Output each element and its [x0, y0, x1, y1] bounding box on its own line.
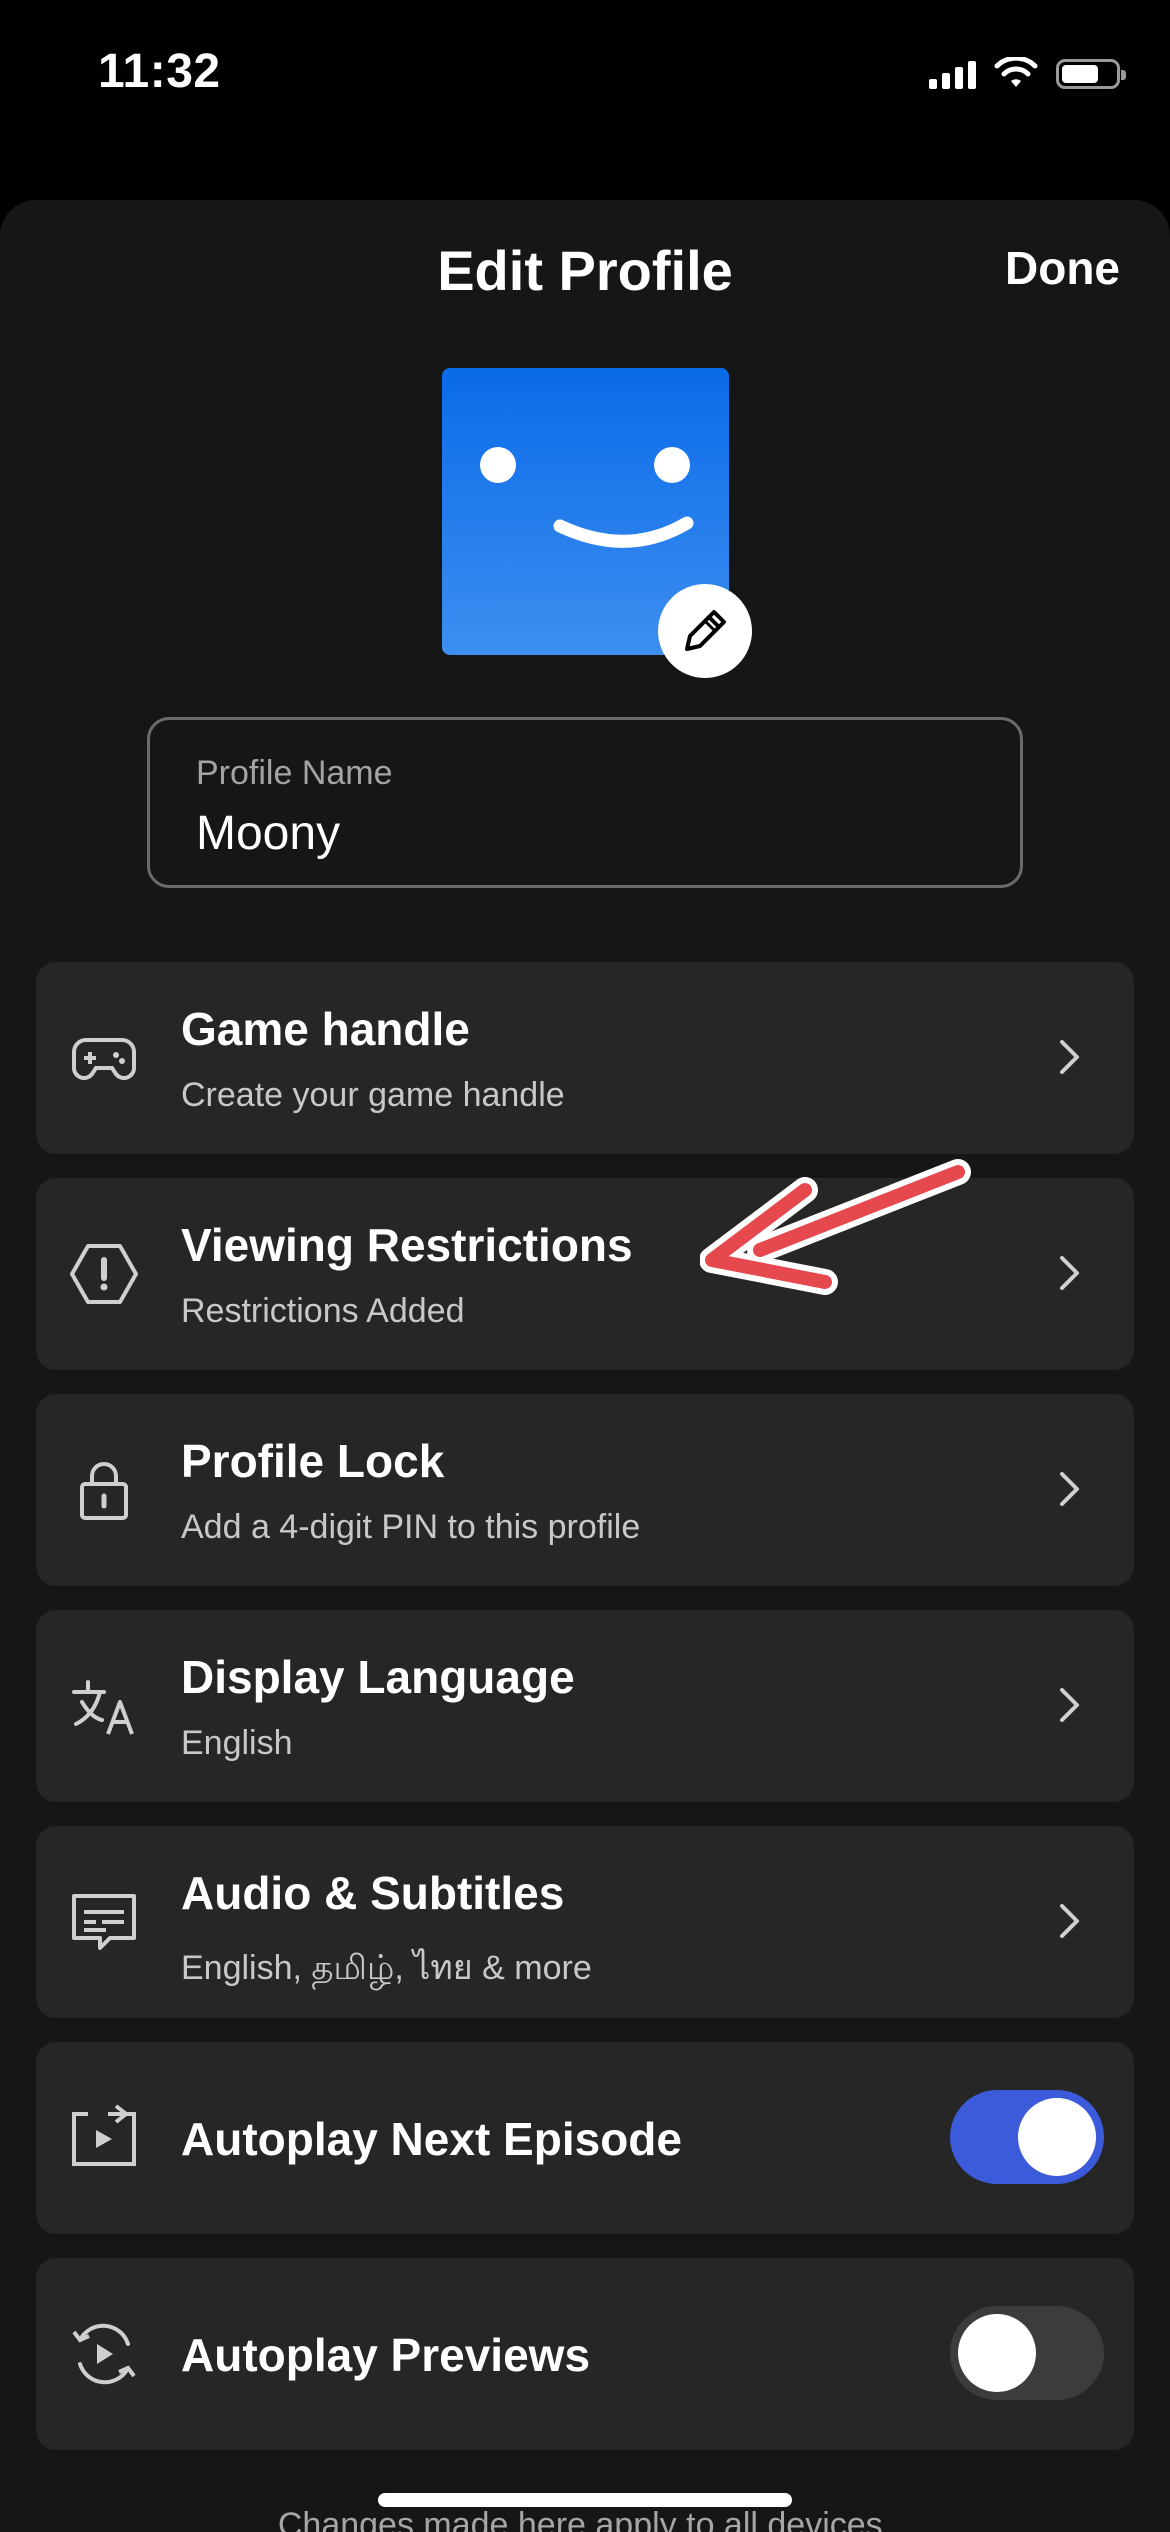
profile-name-field[interactable]: Profile Name Moony — [147, 717, 1023, 888]
audio-subtitles-row[interactable]: Audio & Subtitles English, தமிழ், ไทย & … — [36, 1826, 1134, 2018]
annotation-arrow-icon — [700, 1159, 971, 1295]
chevron-right-icon — [1060, 1472, 1079, 1506]
row-title: Audio & Subtitles — [181, 1867, 565, 1919]
pencil-icon — [685, 610, 726, 651]
autoplay-previews-row: Autoplay Previews — [36, 2258, 1134, 2450]
cellular-signal-icon — [929, 59, 976, 89]
warning-hexagon-icon — [70, 1244, 138, 1304]
row-title: Autoplay Previews — [181, 2329, 591, 2381]
autoplay-next-icon — [72, 2104, 136, 2166]
row-subtitle: English — [181, 1724, 293, 1762]
gamepad-icon — [72, 1038, 136, 1080]
wifi-icon — [994, 57, 1038, 87]
autoplay-previews-icon — [72, 2323, 136, 2385]
profile-lock-row[interactable]: Profile Lock Add a 4-digit PIN to this p… — [36, 1394, 1134, 1586]
home-indicator[interactable] — [378, 2493, 792, 2507]
lock-icon — [80, 1462, 128, 1520]
row-subtitle: Add a 4-digit PIN to this profile — [181, 1508, 641, 1546]
row-title: Game handle — [181, 1003, 470, 1055]
chevron-right-icon — [1060, 1688, 1079, 1722]
row-subtitle: Create your game handle — [181, 1076, 565, 1114]
row-title: Autoplay Next Episode — [181, 2113, 682, 2165]
row-title: Profile Lock — [181, 1435, 445, 1487]
row-subtitle: Restrictions Added — [181, 1292, 465, 1330]
done-button[interactable]: Done — [1005, 241, 1120, 295]
translate-icon — [72, 1680, 134, 1735]
status-time: 11:32 — [98, 45, 221, 98]
battery-icon — [1056, 59, 1126, 89]
chevron-right-icon — [1060, 1904, 1079, 1938]
status-icons — [929, 52, 1126, 96]
row-title: Display Language — [181, 1651, 575, 1703]
row-subtitle: English, தமிழ், ไทย & more — [181, 1949, 592, 1987]
footnote: Changes made here apply to all devices. — [277, 2506, 893, 2532]
autoplay-next-episode-toggle[interactable] — [950, 2090, 1104, 2184]
profile-name-value[interactable]: Moony — [196, 806, 340, 861]
chevron-right-icon — [1060, 1040, 1079, 1074]
page-title: Edit Profile — [437, 239, 733, 302]
status-bar: 11:32 — [0, 0, 1170, 150]
subtitles-icon — [72, 1894, 136, 1950]
chevron-right-icon — [1060, 1256, 1079, 1290]
autoplay-previews-toggle[interactable] — [950, 2306, 1104, 2400]
row-title: Viewing Restrictions — [181, 1219, 633, 1271]
display-language-row[interactable]: Display Language English — [36, 1610, 1134, 1802]
autoplay-next-episode-row: Autoplay Next Episode — [36, 2042, 1134, 2234]
profile-name-label: Profile Name — [196, 754, 393, 792]
edit-avatar-button[interactable] — [658, 584, 752, 678]
game-handle-row[interactable]: Game handle Create your game handle — [36, 962, 1134, 1154]
